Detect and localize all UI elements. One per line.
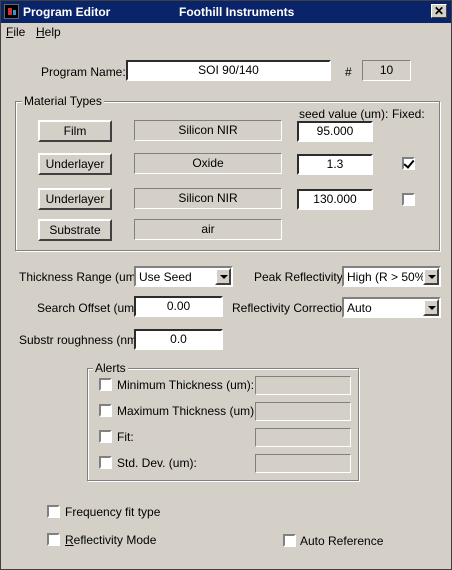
thickness-range-value: Use Seed: [139, 270, 192, 284]
auto-reference-checkbox[interactable]: [283, 534, 296, 547]
window-title-company: Foothill Instruments: [179, 5, 295, 19]
film-button[interactable]: Film: [38, 120, 112, 142]
substr-roughness-input[interactable]: 0.0: [134, 329, 223, 350]
alert-fit-field: [255, 428, 351, 447]
underlayer-1-seed-input[interactable]: 1.3: [297, 154, 373, 175]
reflectivity-correction-label: Reflectivity Correction:: [232, 301, 353, 315]
substrate-button[interactable]: Substrate: [38, 219, 112, 241]
underlayer-2-fixed-checkbox[interactable]: [402, 193, 415, 206]
alert-max-thickness-checkbox[interactable]: [99, 404, 112, 417]
program-number-label: #: [345, 65, 352, 79]
substr-roughness-label: Substr roughness (nm):: [19, 333, 145, 347]
reflectivity-mode-accel: R: [65, 533, 74, 547]
thickness-range-select[interactable]: Use Seed: [134, 266, 233, 287]
alert-min-thickness-label: Minimum Thickness (um):: [117, 378, 255, 392]
underlayer-2-material-field: Silicon NIR: [134, 188, 282, 209]
reflectivity-mode-checkbox[interactable]: [47, 533, 60, 546]
frequency-fit-label: Frequency fit type: [65, 505, 161, 519]
chevron-down-icon[interactable]: [215, 268, 231, 285]
search-offset-label: Search Offset (um):: [37, 301, 142, 315]
fixed-header: Fixed:: [392, 107, 425, 121]
peak-reflectivity-label: Peak Reflectivity:: [254, 270, 347, 284]
chevron-down-icon[interactable]: [423, 299, 439, 316]
underlayer-1-button[interactable]: Underlayer: [38, 153, 112, 175]
frequency-fit-checkbox[interactable]: [47, 505, 60, 518]
program-name-label: Program Name:: [41, 65, 126, 79]
title-bar[interactable]: Program Editor Foothill Instruments ✕: [1, 1, 451, 23]
menu-help-accel: H: [36, 25, 45, 39]
underlayer-1-material-field: Oxide: [134, 153, 282, 174]
close-icon[interactable]: ✕: [431, 4, 447, 18]
underlayer-2-seed-input[interactable]: 130.000: [297, 189, 373, 210]
program-name-input[interactable]: SOI 90/140: [126, 60, 331, 81]
alerts-title: Alerts: [93, 361, 128, 375]
seed-value-header: seed value (um):: [299, 107, 389, 121]
program-editor-window: Program Editor Foothill Instruments ✕ Fi…: [0, 0, 452, 570]
reflectivity-correction-select[interactable]: Auto: [342, 297, 441, 318]
alert-std-dev-label: Std. Dev. (um):: [117, 456, 197, 470]
alert-std-dev-checkbox[interactable]: [99, 456, 112, 469]
alert-min-thickness-checkbox[interactable]: [99, 378, 112, 391]
auto-reference-label: Auto Reference: [300, 534, 384, 548]
peak-reflectivity-select[interactable]: High (R > 50%): [342, 266, 441, 287]
reflectivity-mode-rest: eflectivity Mode: [73, 533, 157, 547]
menu-file[interactable]: File: [6, 25, 25, 39]
alert-max-thickness-label: Maximum Thickness (um):: [117, 404, 258, 418]
alert-fit-label: Fit:: [117, 430, 134, 444]
reflectivity-correction-value: Auto: [347, 301, 372, 315]
reflectivity-mode-label: Reflectivity Mode: [65, 533, 156, 547]
underlayer-1-fixed-checkbox[interactable]: [402, 157, 415, 170]
thickness-range-label: Thickness Range (um):: [19, 270, 144, 284]
menu-help[interactable]: Help: [36, 25, 61, 39]
program-number-field: 10: [362, 60, 411, 81]
alert-max-thickness-field: [255, 402, 351, 421]
menu-bar: File Help: [1, 23, 451, 41]
alert-min-thickness-field: [255, 376, 351, 395]
app-icon[interactable]: [4, 4, 19, 19]
film-seed-input[interactable]: 95.000: [297, 121, 373, 142]
film-material-field: Silicon NIR: [134, 120, 282, 141]
underlayer-2-button[interactable]: Underlayer: [38, 188, 112, 210]
alert-fit-checkbox[interactable]: [99, 430, 112, 443]
window-title: Program Editor: [23, 5, 111, 19]
menu-help-label: elp: [44, 25, 61, 39]
peak-reflectivity-value: High (R > 50%): [347, 270, 430, 284]
substrate-material-field: air: [134, 219, 282, 240]
search-offset-input[interactable]: 0.00: [134, 296, 223, 317]
chevron-down-icon[interactable]: [423, 268, 439, 285]
alert-std-dev-field: [255, 454, 351, 473]
menu-file-label: ile: [13, 25, 26, 39]
material-types-title: Material Types: [22, 94, 104, 108]
